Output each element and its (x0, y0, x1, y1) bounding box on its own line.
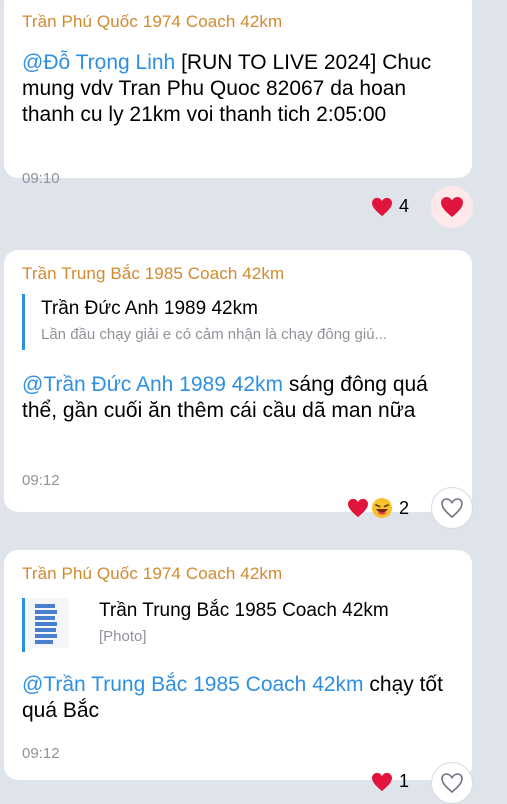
heart-icon (347, 498, 369, 518)
reaction-count: 2 (398, 497, 409, 518)
message-author[interactable]: Trần Phú Quốc 1974 Coach 42km (22, 564, 282, 584)
laughing-face-icon (371, 497, 393, 519)
heart-outline-icon (441, 498, 463, 519)
reaction-summary[interactable]: 4 (371, 196, 409, 217)
heart-outline-icon (441, 773, 463, 794)
react-heart-button[interactable] (431, 186, 473, 228)
reply-author: Trần Trung Bắc 1985 Coach 42km (99, 600, 389, 621)
message-text: @Trần Trung Bắc 1985 Coach 42km chạy tốt… (22, 672, 462, 724)
photo-thumbnail (25, 598, 69, 648)
reaction-count: 4 (398, 196, 409, 216)
message-bubble[interactable]: Trần Phú Quốc 1974 Coach 42km Trần Trung… (4, 550, 472, 780)
user-mention[interactable]: @Trần Trung Bắc 1985 Coach 42km (22, 673, 364, 696)
reply-snippet: [Photo] (99, 628, 147, 645)
message-text: @Trần Đức Anh 1989 42km sáng đông quá th… (22, 372, 462, 424)
reply-snippet: Lần đầu chạy giải e có cảm nhận là chạy … (41, 326, 388, 343)
heart-icon (371, 772, 393, 792)
reply-preview[interactable]: Trần Đức Anh 1989 42km Lần đầu chạy giải… (22, 294, 458, 350)
message-text: @Đỗ Trọng Linh [RUN TO LIVE 2024] Chuc m… (22, 50, 462, 128)
message-time: 09:12 (22, 472, 60, 489)
reaction-count: 1 (398, 771, 409, 791)
heart-icon (441, 197, 463, 217)
reaction-summary[interactable]: 1 (371, 771, 409, 792)
reply-author: Trần Đức Anh 1989 42km (41, 298, 258, 319)
message-bubble[interactable]: Trần Trung Bắc 1985 Coach 42km Trần Đức … (4, 250, 472, 512)
react-heart-button[interactable] (431, 487, 473, 529)
message-time: 09:10 (22, 170, 60, 187)
react-heart-button[interactable] (431, 762, 473, 804)
reaction-summary[interactable]: 2 (347, 497, 409, 519)
heart-icon (371, 197, 393, 217)
user-mention[interactable]: @Trần Đức Anh 1989 42km (22, 373, 283, 396)
message-author[interactable]: Trần Phú Quốc 1974 Coach 42km (22, 12, 282, 32)
message-author[interactable]: Trần Trung Bắc 1985 Coach 42km (22, 264, 284, 284)
message-bubble[interactable]: Trần Phú Quốc 1974 Coach 42km @Đỗ Trọng … (4, 0, 472, 187)
reply-preview[interactable]: Trần Trung Bắc 1985 Coach 42km [Photo] (22, 598, 458, 652)
user-mention[interactable]: @Đỗ Trọng Linh (22, 51, 175, 74)
message-time: 09:12 (22, 745, 60, 762)
